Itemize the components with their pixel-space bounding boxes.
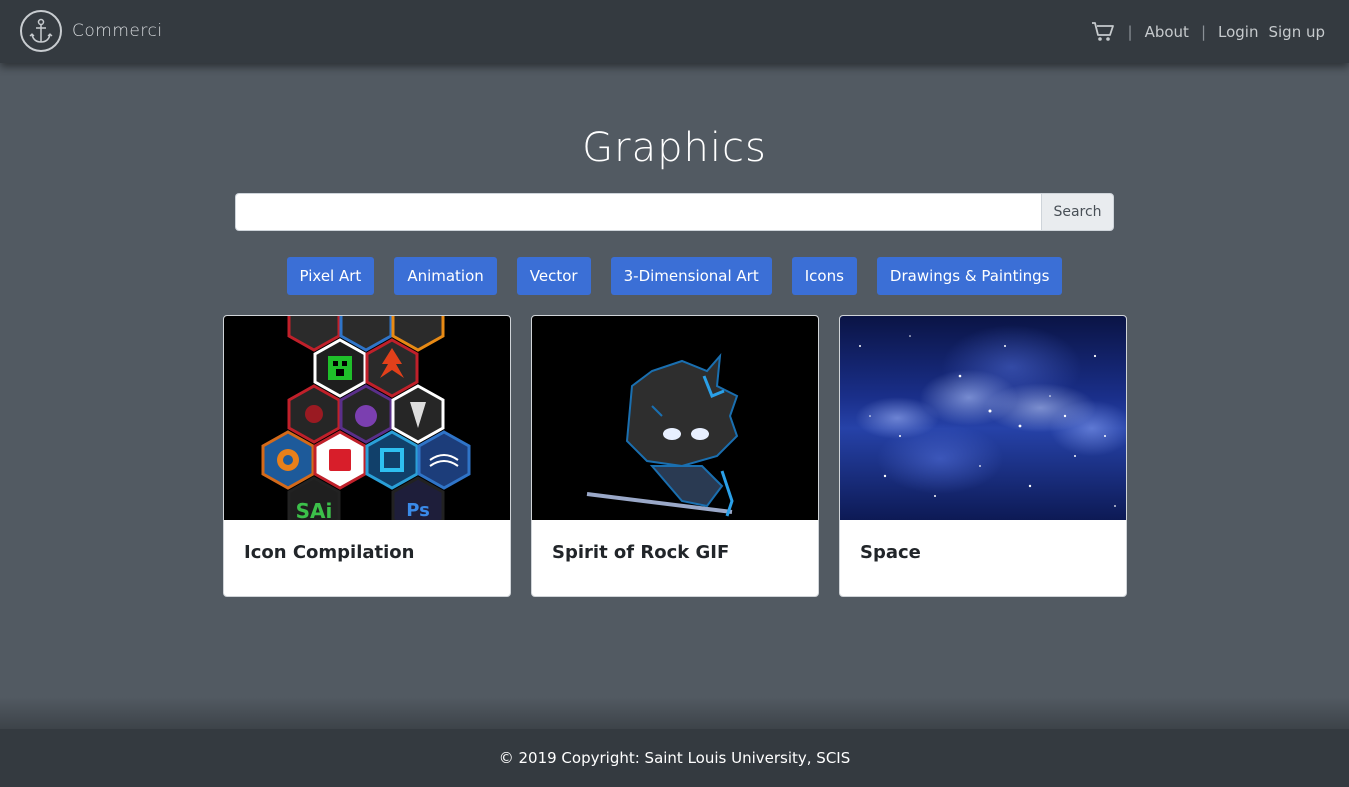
nav-about-link[interactable]: About [1145, 23, 1189, 41]
cart-icon[interactable] [1090, 20, 1116, 44]
nav-signup-link[interactable]: Sign up [1268, 23, 1325, 41]
product-cards: SAi Ps Icon Compilation Spirit of Rock G… [223, 315, 1127, 597]
copyright-text: © 2019 Copyright: Saint Louis University… [498, 749, 851, 767]
anchor-icon [20, 10, 62, 52]
navbar: Commerci | About | Login Sign up [0, 0, 1349, 63]
card-image[interactable] [840, 316, 1126, 520]
product-card[interactable]: Space [839, 315, 1127, 597]
brand-link[interactable]: Commerci [20, 10, 163, 52]
footer-divider [0, 697, 1349, 729]
nav-login-link[interactable]: Login [1218, 23, 1258, 41]
category-animation-button[interactable]: Animation [394, 257, 497, 295]
product-card[interactable]: Spirit of Rock GIF [531, 315, 819, 597]
ps-icon-label: Ps [406, 500, 430, 520]
category-vector-button[interactable]: Vector [516, 257, 591, 295]
card-title[interactable]: Space [840, 520, 1126, 585]
main-content: Graphics Search Pixel Art Animation Vect… [0, 63, 1349, 697]
category-icons-button[interactable]: Icons [791, 257, 857, 295]
page-title: Graphics [582, 125, 767, 171]
product-card[interactable]: SAi Ps Icon Compilation [223, 315, 511, 597]
category-drawings-paintings-button[interactable]: Drawings & Paintings [876, 257, 1063, 295]
card-title[interactable]: Icon Compilation [224, 520, 510, 585]
nav-links: | About | Login Sign up [1090, 18, 1325, 46]
search-button[interactable]: Search [1041, 193, 1114, 231]
brand-name[interactable]: Commerci [72, 21, 163, 41]
card-image[interactable]: SAi Ps [224, 316, 510, 520]
category-pixel-art-button[interactable]: Pixel Art [286, 257, 375, 295]
category-3d-art-button[interactable]: 3-Dimensional Art [610, 257, 772, 295]
nav-separator: | [1200, 23, 1207, 41]
category-buttons: Pixel Art Animation Vector 3-Dimensional… [0, 257, 1349, 295]
card-title[interactable]: Spirit of Rock GIF [532, 520, 818, 585]
card-image[interactable] [532, 316, 818, 520]
search-bar: Search [235, 193, 1114, 231]
nav-separator: | [1127, 23, 1133, 41]
search-input[interactable] [235, 193, 1041, 231]
footer: © 2019 Copyright: Saint Louis University… [0, 729, 1349, 787]
sai-icon-label: SAi [296, 499, 333, 520]
